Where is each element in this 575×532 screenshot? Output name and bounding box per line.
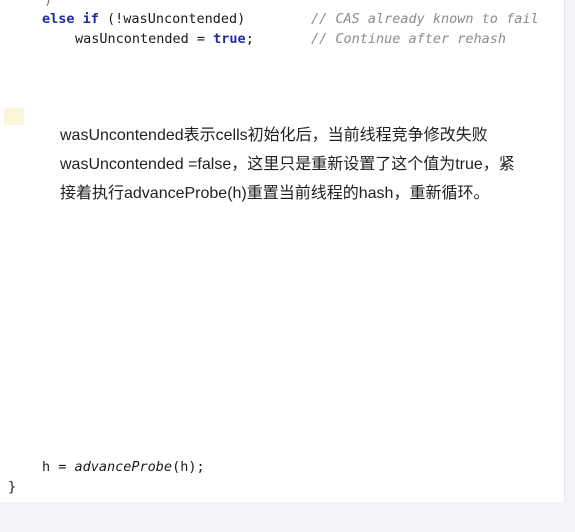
annotation-line-2: wasUncontended =false，这里只是重新设置了这个值为true，… bbox=[60, 156, 515, 173]
code-line-else-if: else if (!wasUncontended) bbox=[42, 11, 246, 27]
code-line-assign: wasUncontended = true; bbox=[75, 31, 254, 47]
editor-border bbox=[564, 0, 565, 502]
code-line-advance-probe: h = advanceProbe(h); bbox=[42, 459, 205, 475]
line-highlight bbox=[4, 108, 24, 125]
code-closing-brace: } bbox=[8, 479, 17, 495]
annotation-line-3: 接着执行advanceProbe(h)重置当前线程的hash，重新循环。 bbox=[60, 185, 490, 202]
code-editor: ) else if (!wasUncontended) // CAS alrea… bbox=[0, 0, 565, 502]
code-comment-cas: // CAS already known to fail bbox=[311, 11, 539, 27]
code-fragment: ) bbox=[44, 0, 53, 8]
code-comment-rehash: // Continue after rehash bbox=[311, 31, 507, 47]
annotation-line-1: wasUncontended表示cells初始化后，当前线程竞争修改失败 bbox=[60, 127, 488, 144]
